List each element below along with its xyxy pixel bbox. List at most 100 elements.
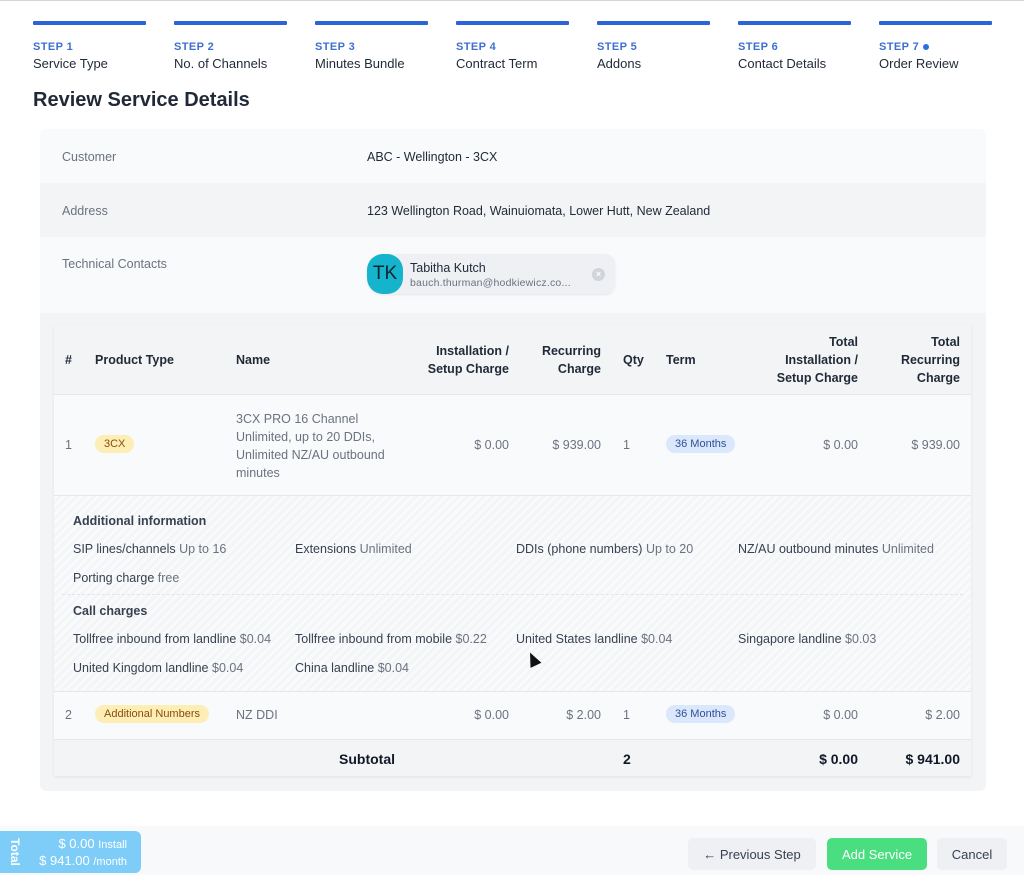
window-top-border: [0, 0, 1024, 1]
step-name: Service Type: [33, 56, 108, 71]
info-value: Unlimited: [881, 542, 934, 556]
install-charge: $ 0.00: [474, 438, 509, 452]
step-name: Minutes Bundle: [315, 56, 405, 71]
header-recurring-line1: Recurring: [541, 344, 601, 358]
address-row: Address 123 Wellington Road, Wainuiomata…: [40, 183, 986, 237]
call-charge-key: United Kingdom landline: [73, 661, 209, 675]
call-charge-key: United States landline: [516, 632, 638, 646]
product-type-cell: 3CX: [95, 435, 135, 453]
step-7[interactable]: STEP 7 Order Review: [879, 21, 992, 71]
product-type-badge: 3CX: [95, 435, 135, 453]
monthly-amount: $ 941.00: [39, 853, 90, 868]
call-charges-heading: Call charges: [73, 604, 148, 618]
total-recurring-charge: $ 939.00: [911, 438, 960, 452]
table-row: 2 Additional Numbers NZ DDI $ 0.00 $ 2.0…: [54, 692, 971, 740]
step-4[interactable]: STEP 4 Contract Term: [456, 21, 569, 71]
step-progress-bar: [315, 21, 428, 25]
step-name: No. of Channels: [174, 56, 268, 71]
step-3[interactable]: STEP 3 Minutes Bundle: [315, 21, 428, 71]
info-item: SIP lines/channels Up to 16: [73, 542, 226, 556]
install-charge: $ 0.00: [474, 708, 509, 722]
contact-name: Tabitha Kutch: [410, 261, 486, 275]
total-label: Total: [8, 838, 22, 866]
row-num: 1: [65, 438, 72, 452]
info-value: Unlimited: [359, 542, 412, 556]
address-value: 123 Wellington Road, Wainuiomata, Lower …: [367, 204, 711, 218]
remove-contact-icon[interactable]: ×: [592, 268, 605, 281]
call-charge-item: China landline $0.04: [295, 661, 409, 675]
customer-label: Customer: [62, 150, 117, 164]
step-number: STEP 1: [33, 41, 74, 53]
header-install-line1: Installation /: [436, 344, 509, 358]
contact-chip[interactable]: TK Tabitha Kutch bauch.thurman@hodkiewic…: [367, 254, 615, 294]
review-card: Customer ABC - Wellington - 3CX Address …: [40, 129, 986, 791]
header-term: Term: [666, 353, 696, 367]
call-charge-item: United States landline $0.04: [516, 632, 672, 646]
divider: [62, 594, 963, 595]
header-total-recurring-line2: Recurring: [900, 353, 960, 367]
header-qty: Qty: [623, 353, 644, 367]
page-title: Review Service Details: [33, 89, 250, 111]
table-header: # Product Type Name Installation / Setup…: [54, 325, 971, 395]
step-number-text: STEP 7: [879, 41, 920, 53]
qty: 1: [623, 708, 630, 722]
install-suffix: Install: [98, 839, 127, 851]
additional-info-heading: Additional information: [73, 514, 207, 528]
header-install-line2: Setup Charge: [427, 362, 509, 376]
additional-info-content: Additional information SIP lines/channel…: [62, 504, 963, 684]
call-charge-key: Tollfree inbound from landline: [73, 632, 237, 646]
header-num: #: [65, 353, 72, 367]
total-recurring-charge: $ 2.00: [925, 708, 960, 722]
add-service-button[interactable]: Add Service: [827, 838, 927, 870]
recurring-charge: $ 939.00: [552, 438, 601, 452]
stepper: STEP 1 Service Type STEP 2 No. of Channe…: [33, 21, 1020, 71]
subtotal-install: $ 0.00: [819, 751, 858, 767]
header-product-type: Product Type: [95, 353, 174, 367]
row-num: 2: [65, 708, 72, 722]
step-1[interactable]: STEP 1 Service Type: [33, 21, 146, 71]
info-item: NZ/AU outbound minutes Unlimited: [738, 542, 934, 556]
info-value: free: [157, 571, 180, 585]
info-key: SIP lines/channels: [73, 542, 176, 556]
step-progress-bar: [738, 21, 851, 25]
term-cell: 36 Months: [666, 705, 736, 723]
step-name: Addons: [597, 56, 642, 71]
header-total-install-line3: Setup Charge: [776, 371, 858, 385]
call-charge-value: $0.04: [377, 661, 409, 675]
install-total: $ 0.00 Install: [58, 836, 127, 851]
previous-step-button[interactable]: ← Previous Step: [688, 838, 816, 870]
call-charge-item: Singapore landline $0.03: [738, 632, 876, 646]
term-badge: 36 Months: [666, 705, 736, 723]
header-total-install-line1: Total: [829, 335, 858, 349]
subtotal-qty: 2: [623, 751, 631, 767]
info-key: Extensions: [295, 542, 357, 556]
call-charge-key: Tollfree inbound from mobile: [295, 632, 453, 646]
step-number: STEP 6: [738, 41, 779, 53]
header-install: Installation / Setup Charge: [428, 342, 509, 378]
customer-value: ABC - Wellington - 3CX: [367, 150, 498, 164]
step-5[interactable]: STEP 5 Addons: [597, 21, 710, 71]
current-step-dot-icon: [923, 44, 930, 50]
step-progress-bar: [597, 21, 710, 25]
info-key: DDIs (phone numbers): [516, 542, 643, 556]
monthly-total: $ 941.00 /month: [39, 853, 127, 868]
call-charge-value: $0.04: [212, 661, 244, 675]
contact-email: bauch.thurman@hodkiewicz.co...: [410, 277, 571, 289]
step-2[interactable]: STEP 2 No. of Channels: [174, 21, 287, 71]
total-install-charge: $ 0.00: [823, 438, 858, 452]
product-name: 3CX PRO 16 Channel Unlimited, up to 20 D…: [236, 412, 385, 480]
total-summary: Total $ 0.00 Install $ 941.00 /month: [0, 831, 141, 873]
info-item: Porting charge free: [73, 571, 179, 585]
technical-contacts-label: Technical Contacts: [62, 257, 167, 271]
info-value: Up to 20: [645, 542, 694, 556]
recurring-charge: $ 2.00: [566, 708, 601, 722]
header-name: Name: [236, 353, 271, 367]
step-number: STEP 7: [879, 41, 992, 53]
step-progress-bar: [456, 21, 569, 25]
step-6[interactable]: STEP 6 Contact Details: [738, 21, 851, 71]
call-charge-item: United Kingdom landline $0.04: [73, 661, 243, 675]
step-number: STEP 5: [597, 41, 638, 53]
services-table: # Product Type Name Installation / Setup…: [54, 325, 971, 776]
cancel-button[interactable]: Cancel: [937, 838, 1007, 870]
call-charge-value: $0.04: [641, 632, 673, 646]
